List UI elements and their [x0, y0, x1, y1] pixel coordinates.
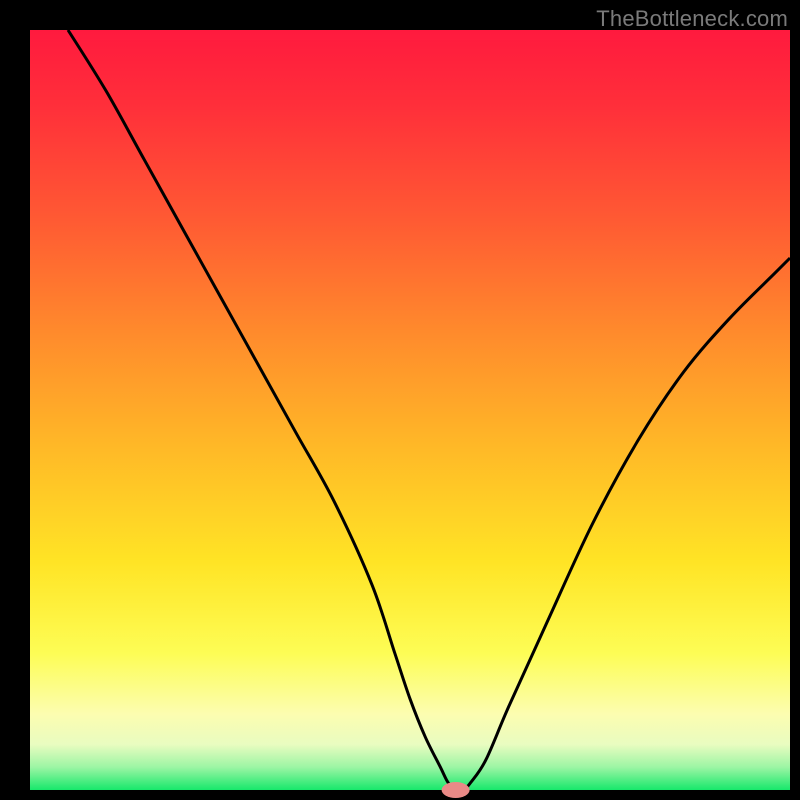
bottleneck-chart — [0, 0, 800, 800]
watermark-text: TheBottleneck.com — [596, 6, 788, 32]
optimum-marker — [442, 782, 470, 798]
plot-background — [30, 30, 790, 790]
chart-svg — [0, 0, 800, 800]
